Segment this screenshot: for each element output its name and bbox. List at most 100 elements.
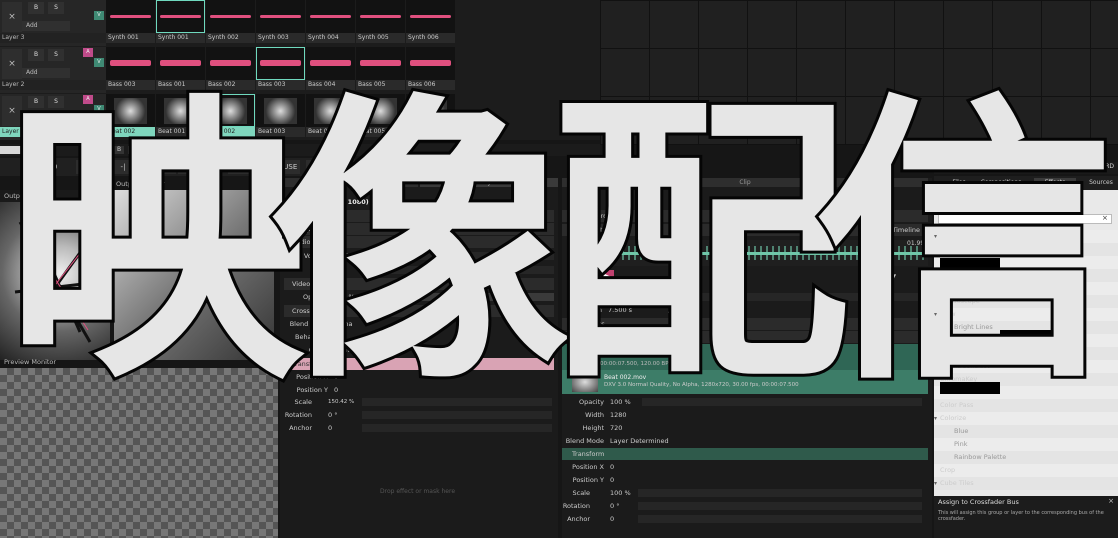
clip-scale-row[interactable]: Scale 100 % [562,487,928,499]
clip-opacity-row[interactable]: Opacity 100 % [562,396,928,408]
pan-value[interactable]: 0 [334,264,338,276]
clip-blend-row[interactable]: Blend Mode Layer Determined [562,435,928,447]
layer-bypass-button[interactable]: B [28,49,44,61]
effect-item[interactable]: Color Pass [934,399,1118,412]
clip-slot[interactable]: Bass 004 [306,47,356,93]
layer-v-tag[interactable]: V [94,11,104,20]
layer-bypass-button[interactable]: B [28,2,44,14]
loop-mode-icon[interactable]: ⟲▾ [884,272,896,282]
clip-slot[interactable]: Synth 001 [156,0,206,46]
effect-item[interactable]: Bendoscope [934,295,1118,308]
clip-slot[interactable]: Beat 005 [356,94,406,140]
clip-thumbnail[interactable] [106,47,155,80]
pause-button[interactable]: PAUSE [272,160,300,174]
clip-position-y-row[interactable]: Position Y 0 [562,474,928,486]
deck-b-button[interactable]: B [114,146,124,154]
clip-section-autopilot[interactable]: Autopilot [562,331,928,343]
effect-preset-item[interactable]: Pink [934,438,1118,451]
layer-solo-button[interactable]: S [48,2,64,14]
clip-waveform[interactable]: 01.999 [568,240,928,266]
section-dashboard[interactable]: Dashboard [284,210,554,222]
opacity-row[interactable]: Opacity 100 % [284,291,554,303]
width-row[interactable]: Width 1280 [562,409,928,421]
clip-thumbnail[interactable] [156,0,205,33]
double-tempo-button[interactable]: *2 [178,160,196,174]
clip-scale-slider[interactable] [638,489,922,497]
play-icon[interactable]: ▶ [600,270,614,284]
clip-slot[interactable]: Beat 002 [106,94,156,140]
effect-preset-item[interactable]: Red [934,269,1118,282]
clip-name[interactable]: Beat 002 [566,196,926,208]
metronome-icon[interactable]: ♪ [306,160,320,174]
duration-value[interactable]: 7.500 s [608,304,632,316]
audio-file-block[interactable]: Beat 002.wav WAV file, 44.100kHz, Stereo… [562,344,928,370]
clip-rotation-row[interactable]: Rotation 0 ° [562,500,928,512]
clip-slot[interactable]: Beat 001 [156,94,206,140]
layer-bypass-button[interactable]: B [28,96,44,108]
tab-clip[interactable]: Clip [562,178,928,187]
opacity-value[interactable]: 100 % [334,291,355,303]
section-transform[interactable]: Transform [284,358,554,370]
nudge-left-button[interactable]: -| [114,160,132,174]
clip-thumbnail[interactable] [406,47,455,80]
half-tempo-button[interactable]: /2 [158,160,176,174]
layer-a-tag[interactable]: A [83,48,93,57]
clip-slot[interactable]: Bass 006 [406,47,456,93]
position-y-row[interactable]: Position Y 0 [284,384,554,396]
tap-button[interactable]: TAP [200,160,222,174]
duration-double-button[interactable]: *2 [680,304,687,316]
layer-solo-button[interactable]: S [48,96,64,108]
record-button[interactable]: RECORD [1088,163,1114,170]
stop-icon[interactable]: ◂ [574,272,584,282]
width-value[interactable]: 1280 [610,409,627,421]
section-composition[interactable]: Composition [284,223,554,235]
deck-scroll[interactable] [0,146,40,154]
clip-thumbnail[interactable] [106,0,155,33]
rotation-slider[interactable] [362,411,552,419]
clip-timeline-label[interactable]: Timeline [892,224,920,236]
layer-clear-button[interactable]: × [2,96,22,126]
position-y-value[interactable]: 0 [334,384,338,396]
effect-preset-item[interactable]: Blue [934,243,1118,256]
expand-arrow-icon[interactable]: ▾ [934,412,937,425]
speed-row[interactable]: Speed 1 [562,291,928,303]
clip-scale-value[interactable]: 100 % [610,487,631,499]
height-row[interactable]: Height 720 [562,422,928,434]
clip-position-x-row[interactable]: Position X 0 [562,461,928,473]
expand-arrow-icon[interactable]: ▾ [934,477,937,490]
layer-add-button[interactable]: Add [22,68,70,78]
layer-solo-button[interactable]: S [48,49,64,61]
behaviour-select[interactable]: Cut [334,331,345,343]
rotation-row[interactable]: Rotation 0 ° [284,409,554,421]
clip-slot[interactable]: Synth 004 [306,0,356,46]
anchor-value[interactable]: 0 [328,422,332,434]
volume-value[interactable]: 0 dB [334,250,349,262]
video-file-block[interactable]: Beat 002.mov DXV 3.0 Normal Quality, No … [562,370,928,394]
clip-thumbnail[interactable] [156,94,205,127]
pan-row[interactable]: Pan 0 [284,264,554,276]
clip-slot[interactable]: Beat 002 [206,94,256,140]
clip-slot[interactable]: Bass 002 [206,47,256,93]
layer-a-tag[interactable]: A [83,95,93,104]
clip-anchor-row[interactable]: Anchor 0 [562,513,928,525]
position-x-row[interactable]: Position X 0 [284,371,554,383]
clip-position-y-value[interactable]: 0 [610,474,614,486]
clip-thumbnail[interactable] [206,47,255,80]
effect-item[interactable]: Cube Tiles [934,477,1118,490]
effect-item[interactable]: Colorize [934,412,1118,425]
layer-v-tag[interactable]: V [94,105,104,114]
effect-item[interactable]: Auto Mask [934,282,1118,295]
audio-vst-tab[interactable]: Audio | VST [1022,195,1082,205]
clip-thumbnail[interactable] [406,94,455,127]
layer-add-button[interactable]: Add [22,115,70,125]
layer-clear-button[interactable]: × [2,2,22,32]
video-ffgl-tab[interactable]: Video | FFGL [960,195,1020,205]
clip-anchor-value[interactable]: 0 [610,513,614,525]
speed-value[interactable]: 1 [608,291,612,303]
tab-composition[interactable]: Composition [280,178,418,187]
clip-thumbnail[interactable] [356,94,405,127]
clip-section-transform[interactable]: Transform [562,448,928,460]
clip-thumbnail[interactable] [406,0,455,33]
clip-position-x-value[interactable]: 0 [610,461,614,473]
speed-slider[interactable] [642,293,922,301]
